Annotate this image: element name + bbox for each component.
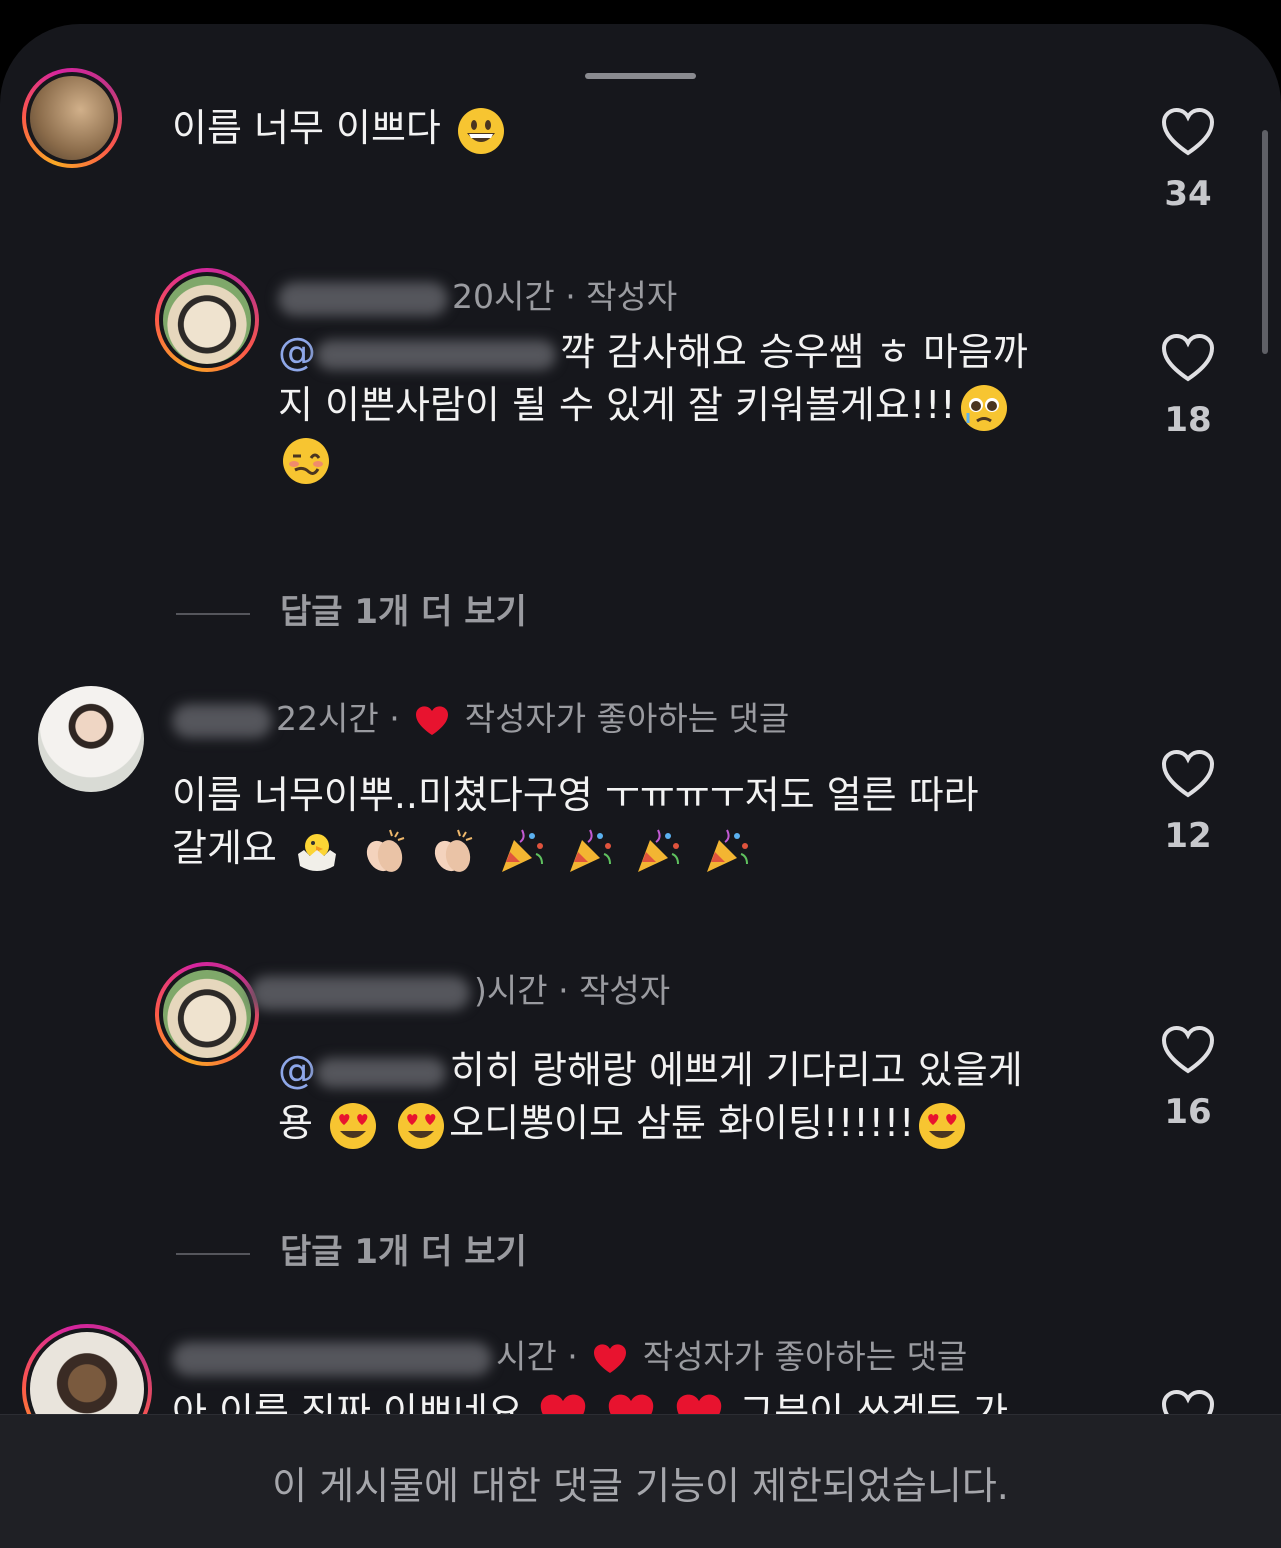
- party-popper-emoji: [502, 829, 544, 872]
- mention[interactable]: @: [278, 330, 316, 374]
- party-popper-emoji: [706, 829, 748, 872]
- hatching-chick-emoji: [297, 833, 336, 871]
- commenter-avatar[interactable]: [22, 1324, 152, 1414]
- view-more-replies[interactable]: 답글 1개 더 보기: [176, 584, 527, 633]
- heart-outline-icon: [1161, 750, 1215, 798]
- comment-meta: 22시간 · 작성자가 좋아하는 댓글: [172, 692, 789, 740]
- comment-text: 아 이름 진짜 이쁘네요 그분이 쓰겠든 가: [172, 1386, 1112, 1414]
- comment-meta: 20시간 · 작성자: [278, 270, 677, 318]
- mention[interactable]: @: [278, 1048, 316, 1092]
- heart-eyes-emoji: [398, 1102, 445, 1149]
- comments-restricted-banner: 이 게시물에 대한 댓글 기능이 제한되었습니다.: [0, 1414, 1281, 1548]
- divider: [176, 1252, 250, 1255]
- blurred-username: [172, 703, 272, 738]
- heart-filled-icon: [594, 1343, 627, 1373]
- heart-eyes-emoji: [330, 1102, 377, 1149]
- comment-meta: 시간 · 작성자가 좋아하는 댓글: [172, 1330, 967, 1378]
- comments-sheet: 이름 너무 이쁘다 34 20시간 · 작성자 @ 꺅 감사해요 승우쌤 ㅎ 마음…: [0, 24, 1281, 1548]
- clapping-emoji: [366, 829, 405, 872]
- like-count: 16: [1164, 1092, 1212, 1132]
- commenter-avatar[interactable]: [22, 68, 122, 168]
- heart-outline-icon: [1161, 334, 1215, 382]
- like-comment-3[interactable]: 12: [1148, 750, 1228, 856]
- heart-filled-icon: [416, 705, 449, 735]
- like-comment-2[interactable]: 18: [1148, 334, 1228, 440]
- comment-text: 이름 너무이뿌..미쳤다구영 ㅜㅠㅠㅜ저도 얼른 따라 갈게요: [172, 769, 1112, 876]
- author-avatar[interactable]: [155, 268, 259, 372]
- comment-text: 이름 너무 이쁘다: [172, 102, 509, 156]
- clapping-emoji: [435, 829, 473, 872]
- like-comment-5[interactable]: [1148, 1390, 1228, 1414]
- restricted-notice: 이 게시물에 대한 댓글 기능이 제한되었습니다.: [272, 1464, 1009, 1508]
- red-heart-emoji: [676, 1394, 722, 1414]
- party-popper-emoji: [570, 829, 612, 872]
- comment-meta: )시간 · 작성자: [250, 964, 670, 1012]
- divider: [176, 612, 250, 615]
- commenter-avatar[interactable]: [38, 686, 144, 792]
- party-popper-emoji: [638, 829, 680, 872]
- heart-outline-icon: [1161, 1390, 1215, 1414]
- blurred-username: [172, 1341, 492, 1376]
- red-heart-emoji: [540, 1394, 586, 1414]
- like-comment-1[interactable]: 34: [1148, 108, 1228, 214]
- blurred-mention: [316, 339, 556, 370]
- woozy-emoji: [283, 438, 329, 484]
- heart-eyes-emoji: [919, 1102, 966, 1149]
- like-comment-4[interactable]: 16: [1148, 1026, 1228, 1132]
- comment-list: 이름 너무 이쁘다 34 20시간 · 작성자 @ 꺅 감사해요 승우쌤 ㅎ 마음…: [0, 24, 1281, 1414]
- pleading-emoji: [960, 384, 1007, 431]
- blurred-username: [250, 975, 470, 1010]
- like-count: 12: [1164, 816, 1212, 856]
- red-heart-emoji: [608, 1394, 654, 1414]
- grinning-emoji: [457, 107, 504, 154]
- heart-outline-icon: [1161, 1026, 1215, 1074]
- heart-outline-icon: [1161, 108, 1215, 156]
- like-count: 18: [1164, 400, 1212, 440]
- like-count: 34: [1164, 174, 1212, 214]
- view-more-replies[interactable]: 답글 1개 더 보기: [176, 1224, 527, 1273]
- author-avatar[interactable]: [155, 962, 259, 1066]
- blurred-mention: [316, 1057, 446, 1088]
- comment-text: @ 히히 랑해랑 에쁘게 기다리고 있을게 용 오디뽕이모 삼튠 화이팅!!!!!…: [278, 1044, 1108, 1151]
- comment-text: @ 꺅 감사해요 승우쌤 ㅎ 마음까 지 이쁜사람이 될 수 있게 잘 키워볼게요…: [278, 326, 1108, 486]
- blurred-username: [278, 281, 448, 316]
